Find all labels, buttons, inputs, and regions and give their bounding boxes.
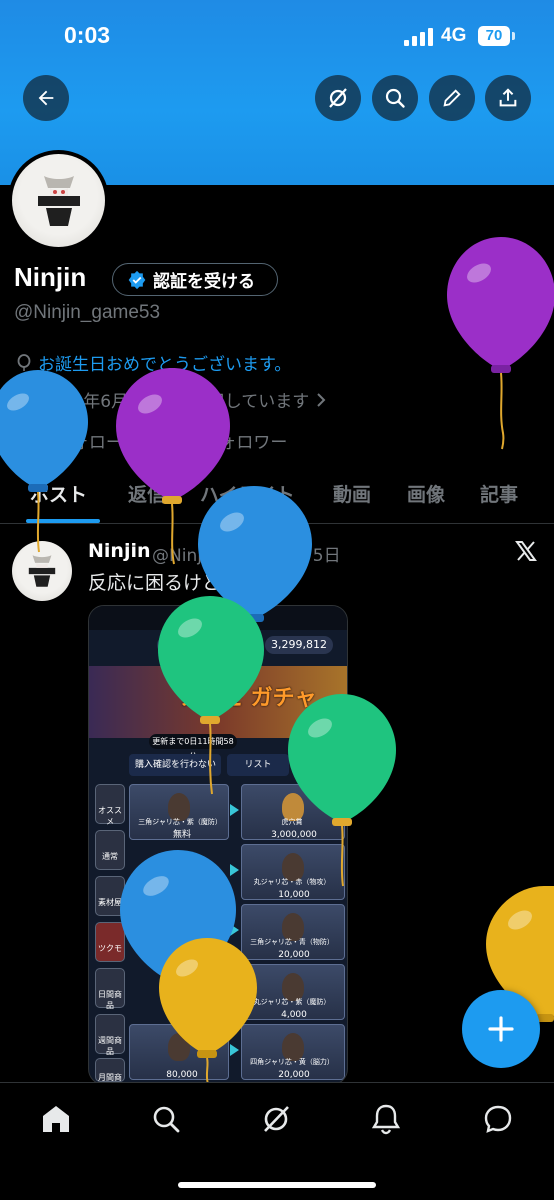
edit-pen-icon — [443, 89, 461, 107]
signal-icon — [404, 28, 434, 46]
home-indicator — [178, 1182, 376, 1188]
tab-videos[interactable]: 動画 — [333, 480, 371, 507]
edit-button[interactable] — [429, 75, 475, 121]
game-item-price: 20,000 — [278, 1070, 310, 1080]
tab-articles[interactable]: 記事 — [480, 480, 518, 507]
game-arrow-icon — [230, 804, 239, 816]
verified-badge-icon — [128, 270, 146, 289]
nav-search[interactable] — [146, 1099, 186, 1139]
game-item-label: 丸ジャリ芯・紫（魔防） — [253, 998, 331, 1006]
tab-media[interactable]: 画像 — [407, 480, 445, 507]
green-balloon — [288, 694, 396, 887]
back-button[interactable] — [23, 75, 69, 121]
messages-icon — [484, 1105, 512, 1133]
chevron-right-icon — [317, 392, 326, 407]
share-button[interactable] — [485, 75, 531, 121]
search-button[interactable] — [372, 75, 418, 121]
game-side-label: オススメ — [98, 806, 122, 826]
get-verified-button[interactable]: 認証を受ける — [112, 263, 278, 296]
purple-balloon — [447, 237, 554, 450]
search-icon — [153, 1106, 180, 1133]
profile-avatar[interactable] — [8, 150, 109, 251]
network-type: 4G — [441, 25, 467, 46]
game-item-price: 4,000 — [281, 1010, 307, 1020]
nav-messages[interactable] — [478, 1099, 518, 1139]
game-item-price: 20,000 — [278, 950, 310, 960]
yellow-balloon — [159, 938, 257, 1085]
profile-name: Ninjin — [14, 262, 87, 292]
notifications-icon — [371, 1104, 401, 1135]
grok-icon — [264, 1106, 289, 1132]
green-balloon — [158, 596, 264, 795]
nav-home[interactable] — [36, 1099, 76, 1139]
grok-button[interactable] — [315, 75, 361, 121]
game-side-label: 週間商品 — [98, 1036, 122, 1056]
blue-balloon — [0, 370, 88, 553]
profile-handle: @Ninjin_game53 — [14, 302, 161, 323]
home-icon — [43, 1106, 69, 1132]
game-item-label: 三角ジャリ芯・青（物防） — [250, 938, 334, 946]
status-bar: 0:03 4G 70 — [0, 0, 554, 74]
status-time: 0:03 — [64, 22, 111, 48]
plus-icon — [488, 1016, 514, 1042]
battery-tip — [512, 32, 515, 40]
game-item-label: 三角ジャリ芯・紫（魔防） — [138, 818, 222, 826]
x-logo-icon — [514, 539, 538, 567]
avatar-image — [12, 154, 105, 247]
grok-icon — [329, 88, 347, 108]
search-icon — [385, 88, 405, 108]
game-item-price: 無料 — [172, 830, 191, 840]
battery-icon: 70 — [478, 26, 510, 46]
nav-grok[interactable] — [256, 1099, 296, 1139]
back-arrow-icon — [38, 90, 54, 106]
game-item-label: 四角ジャリ芯・黄（脳力） — [250, 1058, 334, 1066]
compose-post-button[interactable] — [462, 990, 540, 1068]
nav-notifications[interactable] — [366, 1099, 406, 1139]
share-icon — [499, 88, 517, 107]
get-verified-label: 認証を受ける — [153, 272, 255, 292]
